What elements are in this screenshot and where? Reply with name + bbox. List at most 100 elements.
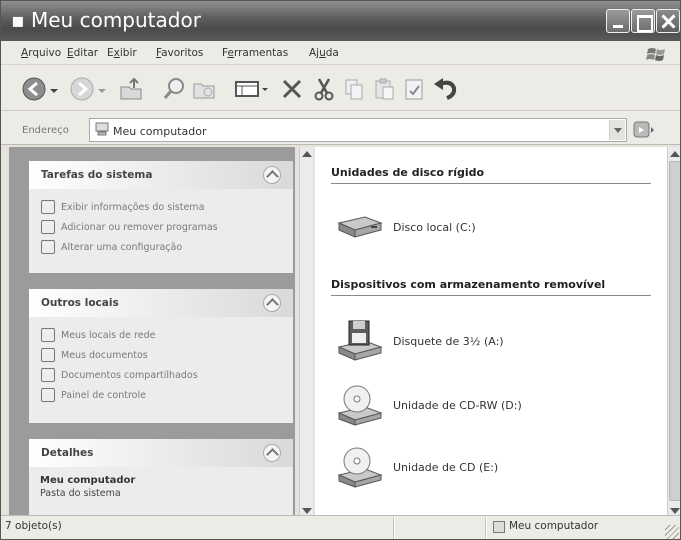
close-button[interactable] — [656, 9, 680, 33]
details-header[interactable]: Detalhes — [29, 439, 293, 467]
views-icon[interactable] — [233, 75, 271, 103]
system-tasks-body: Exibir informações do sistema Adicionar … — [29, 189, 293, 273]
drive-item-c[interactable]: Disco local (C:) — [335, 205, 476, 249]
menu-editar[interactable]: Editar — [67, 47, 98, 59]
status-object-count: 7 objeto(s) — [5, 520, 62, 532]
system-info-icon — [41, 200, 55, 214]
collapse-other-places-button[interactable] — [263, 294, 281, 312]
other-places-header[interactable]: Outros locais — [29, 289, 293, 317]
back-icon[interactable] — [21, 75, 47, 103]
menu-ferramentas[interactable]: Ferramentas — [222, 47, 288, 59]
drive-label: Unidade de CD-RW (D:) — [393, 398, 522, 412]
task-label: Documentos compartilhados — [61, 369, 198, 381]
details-name: Meu computador — [40, 475, 136, 486]
up-folder-icon[interactable] — [117, 75, 145, 103]
hard-disk-icon — [337, 216, 383, 238]
status-location: Meu computador — [509, 520, 599, 532]
menu-exibir[interactable]: Exibir — [107, 47, 137, 59]
details-panel: Detalhes Meu computador Pasta do sistema — [29, 439, 293, 515]
task-view-system-info[interactable]: Exibir informações do sistema — [41, 199, 204, 215]
cd-rw-drive-icon — [337, 385, 383, 426]
other-places-title: Outros locais — [41, 297, 119, 309]
explorer-window: ▪ Meu computador Arquivo Editar Exibir F… — [0, 0, 681, 540]
minimize-button[interactable] — [606, 9, 630, 33]
group-title-removable: Dispositivos com armazenamento removível — [331, 278, 606, 291]
drive-label: Disco local (C:) — [393, 220, 476, 234]
system-tasks-title: Tarefas do sistema — [41, 169, 153, 181]
collapse-details-button[interactable] — [263, 444, 281, 462]
delete-icon[interactable] — [279, 75, 305, 103]
task-pane-scrollbar[interactable] — [299, 147, 313, 515]
drive-item-e[interactable]: Unidade de CD (E:) — [335, 445, 498, 489]
task-label: Meus documentos — [61, 349, 148, 361]
menu-arquivo[interactable]: Arquivo — [21, 47, 61, 59]
windows-logo-icon — [646, 48, 665, 61]
task-label: Meus locais de rede — [61, 329, 156, 341]
drive-item-a[interactable]: Disquete de 3½ (A:) — [335, 319, 504, 363]
my-documents-icon — [41, 348, 55, 362]
place-my-documents[interactable]: Meus documentos — [41, 347, 148, 363]
cd-drive-icon — [337, 447, 383, 488]
other-places-body: Meus locais de rede Meus documentos Docu… — [29, 317, 293, 423]
menu-bar — [1, 41, 680, 65]
address-dropdown[interactable] — [609, 120, 625, 140]
scroll-thumb[interactable] — [669, 161, 680, 501]
place-control-panel[interactable]: Painel de controle — [41, 387, 146, 403]
forward-dropdown-icon[interactable] — [97, 75, 107, 103]
other-places-panel: Outros locais Meus locais de rede Meus d… — [29, 289, 293, 423]
group-divider — [331, 295, 651, 296]
add-remove-icon — [41, 220, 55, 234]
forward-icon[interactable] — [69, 75, 95, 103]
cut-icon[interactable] — [311, 75, 337, 103]
shared-documents-icon — [41, 368, 55, 382]
place-network[interactable]: Meus locais de rede — [41, 327, 155, 343]
group-divider — [331, 183, 651, 184]
content-scrollbar[interactable] — [667, 146, 680, 515]
group-title-hard-disks: Unidades de disco rígido — [331, 166, 485, 179]
task-label: Exibir informações do sistema — [61, 201, 205, 213]
details-title: Detalhes — [41, 447, 94, 459]
place-shared-documents[interactable]: Documentos compartilhados — [41, 367, 198, 383]
scroll-up-arrow-icon[interactable] — [302, 146, 312, 157]
address-value: Meu computador — [113, 125, 207, 138]
properties-icon[interactable] — [401, 75, 427, 103]
drive-label: Disquete de 3½ (A:) — [393, 334, 504, 348]
maximize-button[interactable] — [631, 9, 655, 33]
paste-icon[interactable] — [371, 75, 397, 103]
back-dropdown-icon[interactable] — [49, 75, 59, 103]
control-panel-icon — [41, 388, 55, 402]
go-icon[interactable] — [633, 119, 655, 141]
task-change-setting[interactable]: Alterar uma configuração — [41, 239, 182, 255]
search-icon[interactable] — [161, 75, 189, 103]
details-body: Meu computador Pasta do sistema — [29, 467, 293, 515]
task-label: Alterar uma configuração — [61, 241, 183, 253]
menu-favoritos[interactable]: Favoritos — [156, 47, 203, 59]
status-separator — [485, 517, 487, 539]
system-tasks-header[interactable]: Tarefas do sistema — [29, 161, 293, 189]
undo-icon[interactable] — [431, 75, 461, 103]
computer-icon: ▪ — [11, 8, 25, 32]
menu-ajuda[interactable]: Ajuda — [309, 47, 339, 59]
copy-icon[interactable] — [341, 75, 367, 103]
drive-label: Unidade de CD (E:) — [393, 460, 499, 474]
scroll-up-arrow-icon[interactable] — [670, 146, 680, 157]
details-type: Pasta do sistema — [40, 488, 121, 499]
task-label: Painel de controle — [61, 389, 146, 401]
control-panel-icon — [41, 240, 55, 254]
task-add-remove-programs[interactable]: Adicionar ou remover programas — [41, 219, 218, 235]
network-places-icon — [41, 328, 55, 342]
content-pane: Unidades de disco rígido Disco local (C:… — [315, 147, 668, 515]
task-label: Adicionar ou remover programas — [61, 221, 218, 233]
title-bar[interactable]: ▪ Meu computador — [1, 1, 680, 41]
collapse-system-tasks-button[interactable] — [263, 166, 281, 184]
system-tasks-panel: Tarefas do sistema Exibir informações do… — [29, 161, 293, 273]
address-label: Endereço — [22, 125, 69, 136]
task-pane: Tarefas do sistema Exibir informações do… — [9, 147, 295, 515]
floppy-drive-icon — [337, 320, 383, 361]
computer-icon — [493, 521, 505, 533]
status-separator — [393, 517, 395, 539]
resize-grip-icon[interactable] — [665, 525, 679, 539]
drive-item-d[interactable]: Unidade de CD-RW (D:) — [335, 383, 522, 427]
folders-icon[interactable] — [191, 75, 217, 103]
computer-icon — [95, 122, 109, 136]
